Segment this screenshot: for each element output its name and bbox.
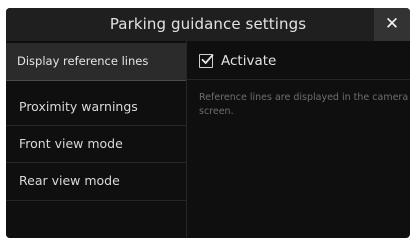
dialog-title: Parking guidance settings	[109, 15, 307, 33]
sidebar-item-front-view-mode[interactable]: Front view mode	[6, 125, 186, 162]
settings-sidebar: Display reference lines Proximity warnin…	[6, 41, 186, 238]
close-button[interactable]: ✕	[374, 8, 410, 41]
parking-guidance-settings-dialog: Parking guidance settings ✕ Display refe…	[6, 8, 410, 238]
sidebar-item-proximity-warnings[interactable]: Proximity warnings	[6, 88, 186, 125]
sidebar-divider	[6, 200, 186, 201]
screen: Parking guidance settings ✕ Display refe…	[0, 0, 415, 243]
description-text: Reference lines are displayed in the cam…	[199, 92, 409, 117]
sidebar-item-rear-view-mode[interactable]: Rear view mode	[6, 162, 186, 199]
dialog-header: Parking guidance settings ✕	[6, 8, 410, 41]
sidebar-divider	[6, 80, 186, 81]
checkmark-icon	[201, 54, 214, 64]
settings-content: Activate Reference lines are displayed i…	[187, 41, 410, 238]
content-divider	[187, 79, 410, 80]
close-icon: ✕	[384, 14, 400, 34]
sidebar-item-display-reference-lines[interactable]: Display reference lines	[6, 43, 186, 80]
activate-label: Activate	[221, 53, 277, 69]
activate-checkbox-row[interactable]: Activate	[199, 51, 276, 71]
activate-checkbox[interactable]	[199, 54, 214, 68]
